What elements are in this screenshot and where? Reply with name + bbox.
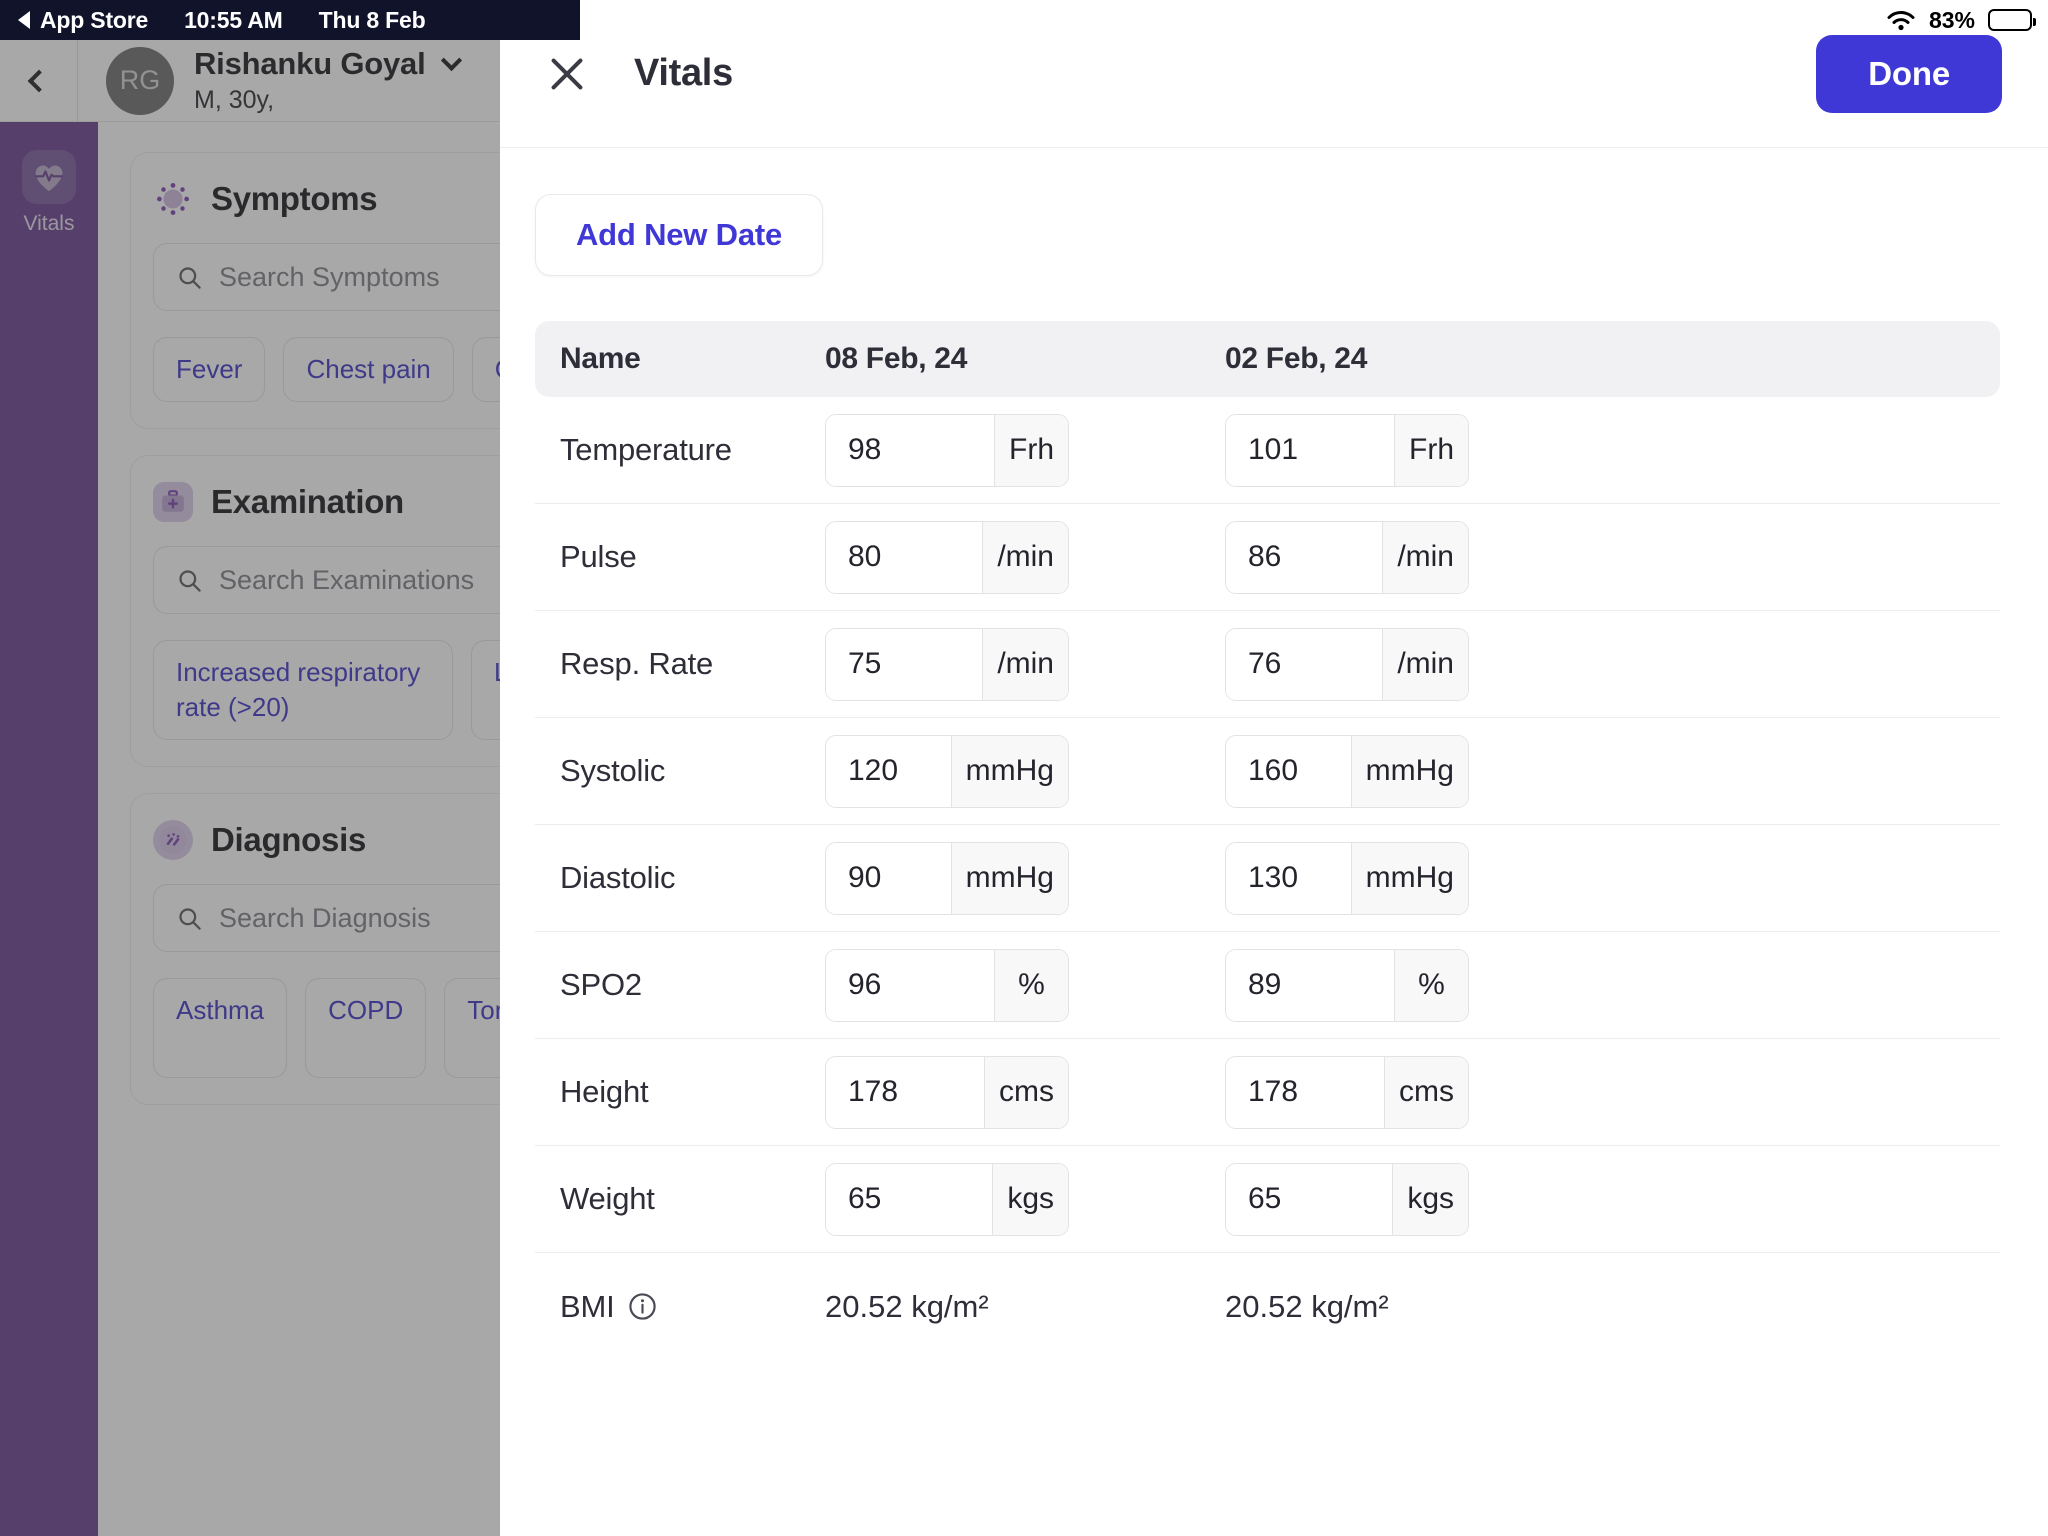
input-unit: /min <box>982 628 1068 700</box>
table-row: SPO2 96 % 89 % <box>535 932 2000 1039</box>
input-unit: kgs <box>1392 1163 1468 1235</box>
input-value[interactable]: 86 <box>1226 521 1383 593</box>
pulse-input-col1[interactable]: 80 /min <box>825 520 1069 594</box>
temperature-input-col1[interactable]: 98 Frh <box>825 413 1069 487</box>
input-value[interactable]: 89 <box>1226 949 1394 1021</box>
resp-rate-input-col1[interactable]: 75 /min <box>825 627 1069 701</box>
input-value[interactable]: 90 <box>826 842 951 914</box>
input-unit: cms <box>1384 1056 1468 1128</box>
battery-icon <box>1988 9 2036 31</box>
vital-label: Weight <box>560 1181 655 1216</box>
input-unit: mmHg <box>950 842 1068 914</box>
input-value[interactable]: 96 <box>826 949 994 1021</box>
temperature-input-col2[interactable]: 101 Frh <box>1225 413 1469 487</box>
info-icon[interactable] <box>628 1292 657 1321</box>
spo2-input-col2[interactable]: 89 % <box>1225 948 1469 1022</box>
systolic-input-col2[interactable]: 160 mmHg <box>1225 734 1469 808</box>
input-value[interactable]: 65 <box>1226 1163 1393 1235</box>
input-unit: /min <box>1382 521 1468 593</box>
input-value[interactable]: 160 <box>1226 735 1351 807</box>
bmi-value-col1: 20.52 kg/m² <box>825 1288 989 1324</box>
input-value[interactable]: 120 <box>826 735 951 807</box>
systolic-input-col1[interactable]: 120 mmHg <box>825 734 1069 808</box>
table-row: Weight 65 kgs 65 kgs <box>535 1146 2000 1253</box>
resp-rate-input-col2[interactable]: 76 /min <box>1225 627 1469 701</box>
input-value[interactable]: 65 <box>826 1163 993 1235</box>
input-value[interactable]: 80 <box>826 521 983 593</box>
table-row: Resp. Rate 75 /min 76 /min <box>535 611 2000 718</box>
battery-percent: 83% <box>1928 6 1975 33</box>
input-unit: Frh <box>1394 414 1468 486</box>
close-icon[interactable] <box>540 46 596 102</box>
input-value[interactable]: 130 <box>1226 842 1351 914</box>
column-header-name: Name <box>560 342 641 375</box>
vital-label: Systolic <box>560 753 666 788</box>
back-app-label: App Store <box>40 6 149 33</box>
weight-input-col2[interactable]: 65 kgs <box>1225 1162 1469 1236</box>
diastolic-input-col1[interactable]: 90 mmHg <box>825 841 1069 915</box>
input-unit: % <box>1394 949 1468 1021</box>
column-header-date-1: 08 Feb, 24 <box>825 342 968 375</box>
input-unit: kgs <box>992 1163 1068 1235</box>
modal-scrim[interactable] <box>0 40 500 1536</box>
status-bar-time: 10:55 AM <box>184 6 283 33</box>
input-unit: % <box>994 949 1068 1021</box>
status-bar-left[interactable]: App Store 10:55 AM Thu 8 Feb <box>0 0 580 40</box>
input-value[interactable]: 101 <box>1226 414 1394 486</box>
input-unit: Frh <box>994 414 1068 486</box>
done-button[interactable]: Done <box>1816 34 2002 113</box>
table-row: Pulse 80 /min 86 /min <box>535 504 2000 611</box>
spo2-input-col1[interactable]: 96 % <box>825 948 1069 1022</box>
table-row: Temperature 98 Frh 101 Frh <box>535 397 2000 504</box>
column-header-date-2: 02 Feb, 24 <box>1225 342 1368 375</box>
table-row: Systolic 120 mmHg 160 mmHg <box>535 718 2000 825</box>
bmi-value-col2: 20.52 kg/m² <box>1225 1288 1389 1324</box>
vital-label: Height <box>560 1074 649 1109</box>
weight-input-col1[interactable]: 65 kgs <box>825 1162 1069 1236</box>
modal-title: Vitals <box>634 52 733 94</box>
table-row: Height 178 cms 178 cms <box>535 1039 2000 1146</box>
wifi-icon <box>1886 9 1916 31</box>
vital-label: Pulse <box>560 539 637 574</box>
modal-body: Add New Date Name 08 Feb, 24 02 Feb, 24 … <box>500 148 2048 1536</box>
pulse-input-col2[interactable]: 86 /min <box>1225 520 1469 594</box>
input-unit: cms <box>984 1056 1068 1128</box>
input-unit: mmHg <box>1350 735 1468 807</box>
height-input-col1[interactable]: 178 cms <box>825 1055 1069 1129</box>
input-value[interactable]: 178 <box>1226 1056 1384 1128</box>
input-unit: mmHg <box>1350 842 1468 914</box>
input-value[interactable]: 178 <box>826 1056 984 1128</box>
table-row: BMI 20.52 kg/m² 20.52 kg/m² <box>535 1253 2000 1360</box>
input-unit: /min <box>1382 628 1468 700</box>
input-value[interactable]: 76 <box>1226 628 1383 700</box>
input-unit: mmHg <box>950 735 1068 807</box>
vital-label-bmi: BMI <box>560 1289 825 1325</box>
vital-label: Diastolic <box>560 860 676 895</box>
status-bar-right: 83% <box>1886 0 2036 40</box>
vital-label: Temperature <box>560 432 732 467</box>
vital-label: BMI <box>560 1288 615 1324</box>
back-triangle-icon <box>18 11 30 29</box>
diastolic-input-col2[interactable]: 130 mmHg <box>1225 841 1469 915</box>
status-bar: App Store 10:55 AM Thu 8 Feb 83% <box>0 0 2048 40</box>
vital-label: SPO2 <box>560 967 642 1002</box>
add-new-date-button[interactable]: Add New Date <box>535 194 824 276</box>
input-unit: /min <box>982 521 1068 593</box>
table-row: Diastolic 90 mmHg 130 mmHg <box>535 825 2000 932</box>
vitals-modal: Vitals Done Add New Date Name 08 Feb, 24… <box>500 0 2048 1536</box>
status-bar-date: Thu 8 Feb <box>318 6 426 33</box>
vitals-table-header: Name 08 Feb, 24 02 Feb, 24 <box>535 321 2000 397</box>
height-input-col2[interactable]: 178 cms <box>1225 1055 1469 1129</box>
input-value[interactable]: 75 <box>826 628 983 700</box>
input-value[interactable]: 98 <box>826 414 994 486</box>
vital-label: Resp. Rate <box>560 646 714 681</box>
